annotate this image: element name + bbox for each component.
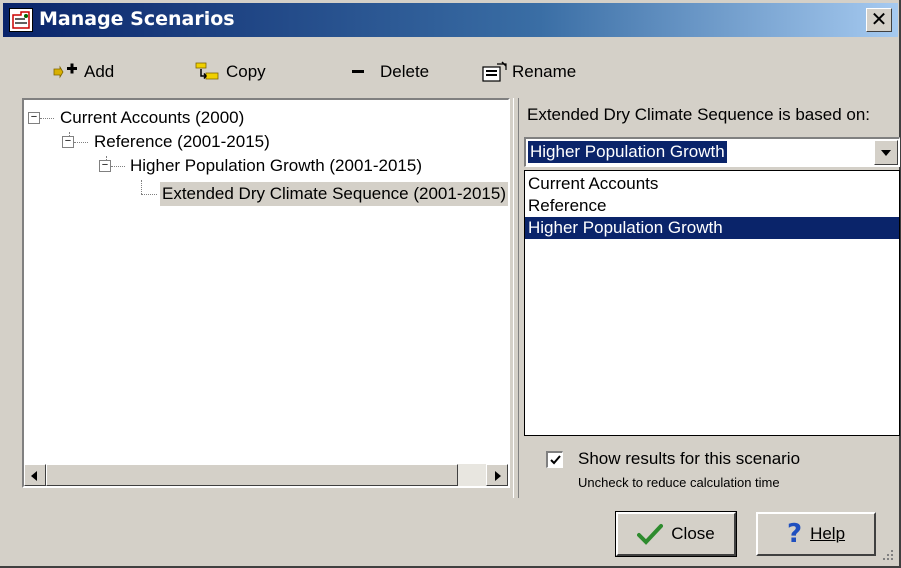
- window-title: Manage Scenarios: [39, 8, 235, 30]
- help-button[interactable]: ? Help: [756, 512, 876, 556]
- panel-splitter[interactable]: [513, 98, 519, 498]
- arrow-left-icon: [31, 471, 37, 481]
- close-icon: ✕: [870, 7, 888, 31]
- dropdown-option-higher-population-growth[interactable]: Higher Population Growth: [525, 217, 899, 239]
- show-results-sublabel: Uncheck to reduce calculation time: [578, 475, 780, 490]
- rename-label: Rename: [512, 62, 577, 81]
- collapse-toggle[interactable]: −: [99, 160, 111, 172]
- based-on-dropdown-list: Current Accounts Reference Higher Popula…: [524, 170, 900, 436]
- close-button[interactable]: Close: [615, 511, 737, 557]
- dropdown-button[interactable]: [874, 140, 898, 165]
- question-mark-icon: ?: [786, 519, 803, 549]
- tree-item-label: Extended Dry Climate Sequence (2001-2015…: [162, 184, 506, 203]
- based-on-combobox[interactable]: Higher Population Growth: [524, 137, 900, 167]
- tree-item-current-accounts[interactable]: Current Accounts (2000): [60, 106, 244, 130]
- horizontal-scrollbar[interactable]: [24, 464, 508, 486]
- resize-grip-icon[interactable]: [879, 546, 895, 562]
- tree-connector: [40, 118, 54, 119]
- checkmark-icon: [550, 455, 561, 465]
- help-label: Help: [810, 524, 846, 543]
- delete-minus-icon: [348, 61, 374, 83]
- tree-item-label: Current Accounts (2000): [60, 108, 245, 127]
- delete-button[interactable]: Delete: [348, 56, 429, 88]
- copy-button[interactable]: Copy: [194, 56, 266, 88]
- scroll-left-button[interactable]: [24, 464, 46, 486]
- rename-icon: [480, 61, 507, 83]
- scenario-icon: [9, 8, 33, 32]
- based-on-label: Extended Dry Climate Sequence is based o…: [527, 105, 871, 124]
- rename-button[interactable]: Rename: [480, 56, 576, 88]
- scenario-tree[interactable]: − Current Accounts (2000) − Reference (2…: [22, 98, 510, 488]
- checkmark-icon: [637, 524, 664, 545]
- add-label: Add: [84, 62, 115, 81]
- tree-item-higher-population-growth[interactable]: Higher Population Growth (2001-2015): [130, 154, 422, 178]
- delete-label: Delete: [380, 62, 430, 81]
- tree-item-label: Higher Population Growth (2001-2015): [130, 156, 423, 175]
- close-label: Close: [671, 524, 715, 543]
- show-results-label[interactable]: Show results for this scenario: [578, 449, 800, 469]
- tree-item-extended-dry-climate[interactable]: Extended Dry Climate Sequence (2001-2015…: [160, 182, 508, 206]
- tree-item-label: Reference (2001-2015): [94, 132, 270, 151]
- scrollbar-thumb[interactable]: [46, 464, 458, 486]
- copy-icon: [194, 61, 220, 83]
- based-on-selected-value: Higher Population Growth: [528, 141, 727, 163]
- arrow-right-icon: [495, 471, 501, 481]
- tree-connector: [141, 194, 157, 195]
- tree-connector: [111, 166, 125, 167]
- toolbar: Add Copy Delete Rename: [8, 52, 898, 92]
- manage-scenarios-window: Manage Scenarios ✕ Add Copy Delete Renam…: [0, 0, 901, 568]
- show-results-checkbox[interactable]: [546, 451, 563, 468]
- add-button[interactable]: Add: [52, 56, 114, 88]
- chevron-down-icon: [881, 150, 891, 156]
- collapse-toggle[interactable]: −: [62, 136, 74, 148]
- add-plus-icon: [52, 61, 78, 83]
- tree-connector: [74, 142, 88, 143]
- tree-connector: [141, 180, 142, 194]
- collapse-toggle[interactable]: −: [28, 112, 40, 124]
- copy-label: Copy: [226, 62, 266, 81]
- dropdown-option-reference[interactable]: Reference: [525, 195, 899, 217]
- scroll-right-button[interactable]: [486, 464, 508, 486]
- tree-item-reference[interactable]: Reference (2001-2015): [94, 130, 270, 154]
- close-window-button[interactable]: ✕: [866, 8, 892, 32]
- title-bar[interactable]: Manage Scenarios ✕: [3, 3, 898, 37]
- dropdown-option-current-accounts[interactable]: Current Accounts: [525, 173, 899, 195]
